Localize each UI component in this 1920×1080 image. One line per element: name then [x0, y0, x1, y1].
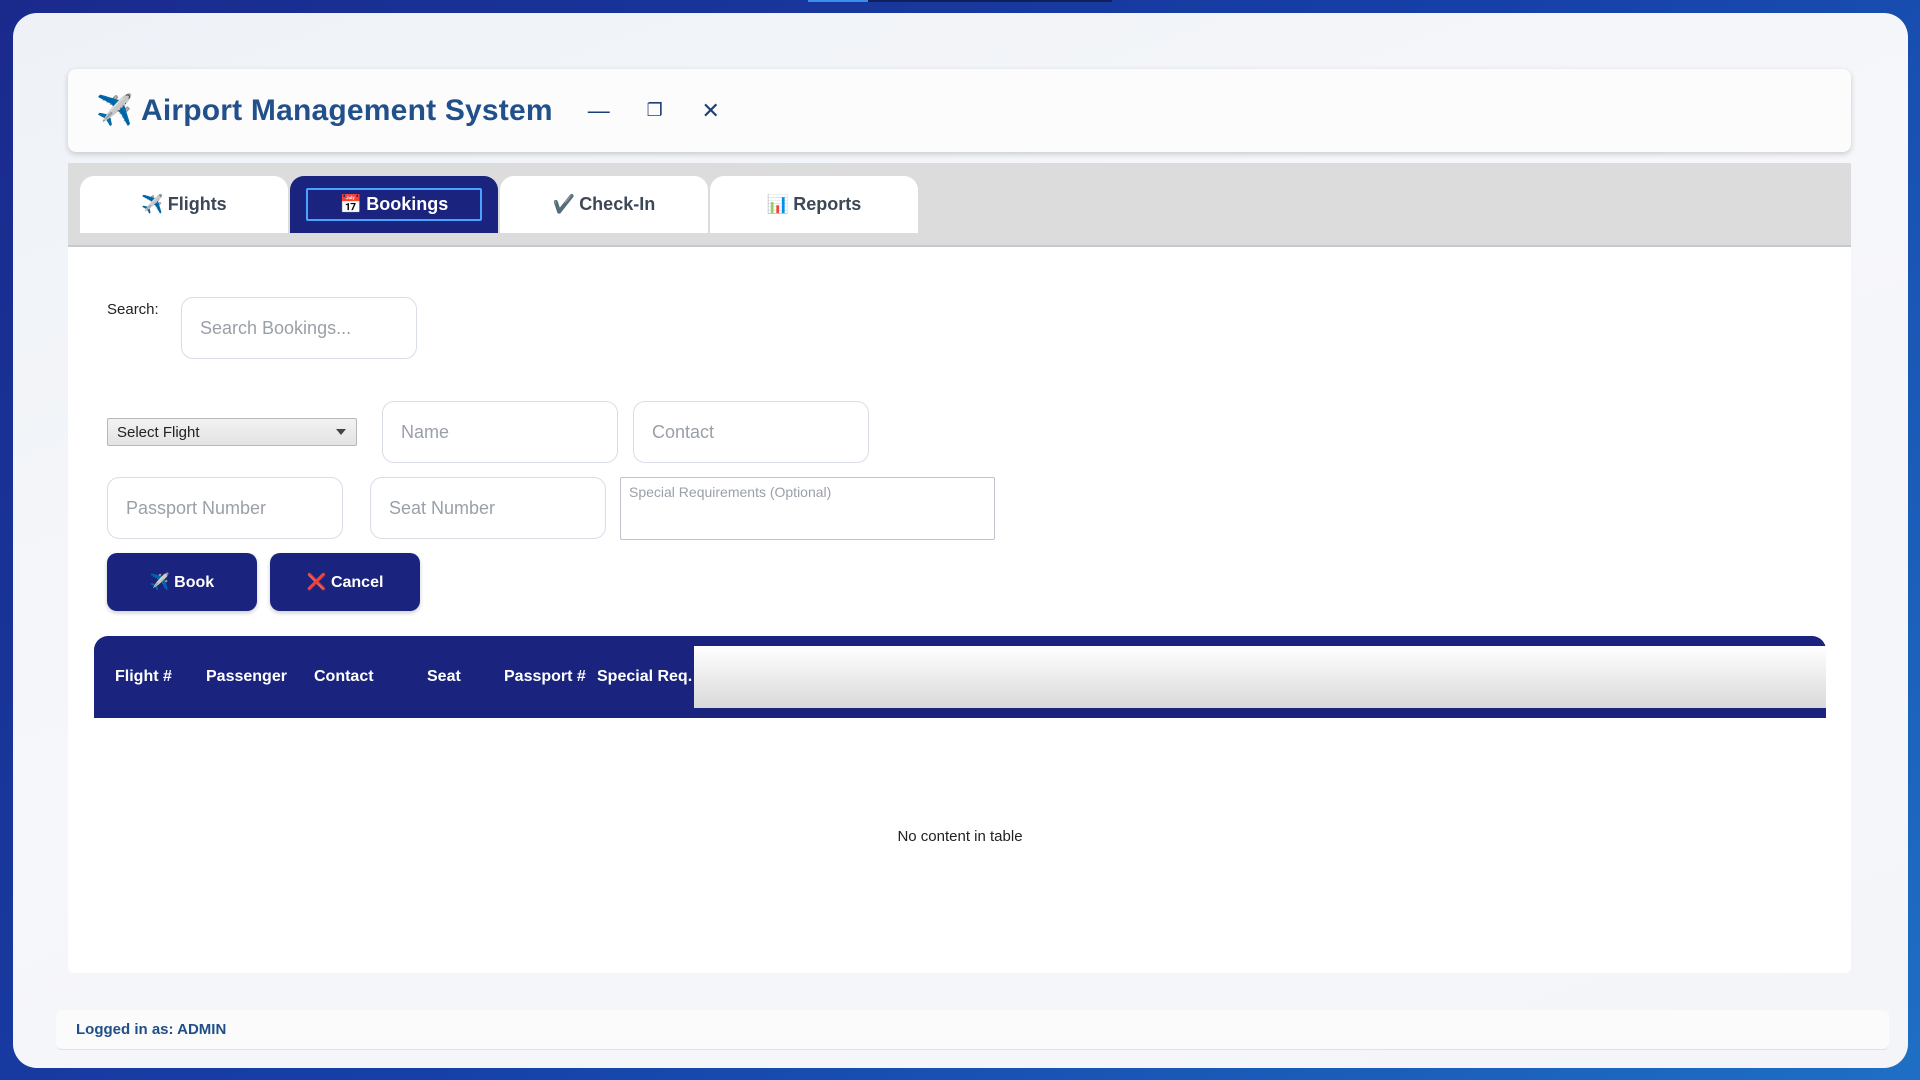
column-header-passport[interactable]: Passport # — [504, 636, 586, 718]
tab-label: Bookings — [366, 194, 449, 214]
tab-bar: ✈️ Flights 📅 Bookings ✔️ Check-In 📊 Reports — [68, 163, 1851, 247]
window-controls: — ❐ ✕ — [571, 91, 739, 131]
tab-reports[interactable]: 📊 Reports — [710, 176, 918, 233]
minimize-button[interactable]: — — [571, 91, 627, 131]
login-status: Logged in as: ADMIN — [76, 1021, 227, 1038]
chevron-down-icon — [336, 429, 346, 435]
status-bar: Logged in as: ADMIN — [56, 1010, 1889, 1050]
search-input[interactable] — [181, 297, 417, 359]
minimize-icon: — — [587, 97, 610, 123]
maximize-button[interactable]: ❐ — [627, 91, 683, 131]
tab-label: Check-In — [579, 194, 656, 214]
table-header: Flight # Passenger Contact Seat Passport… — [94, 636, 1826, 718]
column-header-special-req[interactable]: Special Req. — [597, 636, 692, 718]
app-window: ✈️ Airport Management System — ❐ ✕ ✈️ Fli… — [13, 13, 1908, 1068]
app-title-text: Airport Management System — [140, 94, 553, 127]
column-header-passenger[interactable]: Passenger — [206, 636, 287, 718]
maximize-icon: ❐ — [646, 100, 663, 120]
close-icon: ✕ — [701, 97, 720, 123]
column-header-seat[interactable]: Seat — [427, 636, 461, 718]
passport-field[interactable] — [107, 477, 343, 539]
airplane-icon: ✈️ — [141, 194, 164, 214]
calendar-icon: 📅 — [339, 194, 363, 214]
cancel-button[interactable]: ❌ Cancel — [270, 553, 420, 611]
column-header-contact[interactable]: Contact — [314, 636, 374, 718]
tab-label: Flights — [167, 194, 227, 214]
tab-label: Reports — [793, 194, 862, 214]
name-field[interactable] — [382, 401, 618, 463]
tab-bookings[interactable]: 📅 Bookings — [290, 176, 498, 233]
special-requirements-placeholder: Special Requirements (Optional) — [629, 484, 832, 500]
cancel-button-label: ❌ Cancel — [306, 574, 384, 591]
taskbar-highlight-dark — [868, 0, 1112, 2]
app-title: ✈️ Airport Management System — [96, 93, 553, 128]
taskbar-highlight-accent — [808, 0, 868, 2]
checkmark-icon: ✔️ — [552, 194, 576, 214]
header-filler — [694, 646, 1826, 708]
close-button[interactable]: ✕ — [683, 91, 739, 131]
special-requirements-field[interactable]: Special Requirements (Optional) — [620, 477, 995, 540]
search-label: Search: — [107, 301, 159, 318]
contact-field[interactable] — [633, 401, 869, 463]
main-panel: ✈️ Flights 📅 Bookings ✔️ Check-In 📊 Reports … — [68, 163, 1851, 973]
book-button-label: ✈️ Book — [149, 574, 215, 591]
column-header-flight[interactable]: Flight # — [115, 636, 172, 718]
book-button[interactable]: ✈️ Book — [107, 553, 257, 611]
flight-select-value: Select Flight — [117, 423, 200, 441]
tab-check-in[interactable]: ✔️ Check-In — [500, 176, 708, 233]
seat-field[interactable] — [370, 477, 606, 539]
table-empty-message: No content in table — [897, 828, 1023, 845]
bookings-table: Flight # Passenger Contact Seat Passport… — [94, 636, 1826, 936]
airplane-icon: ✈️ — [96, 94, 134, 127]
bar-chart-icon: 📊 — [766, 194, 790, 214]
flight-select[interactable]: Select Flight — [107, 418, 357, 446]
tab-flights[interactable]: ✈️ Flights — [80, 176, 288, 233]
title-bar: ✈️ Airport Management System — ❐ ✕ — [68, 69, 1851, 152]
